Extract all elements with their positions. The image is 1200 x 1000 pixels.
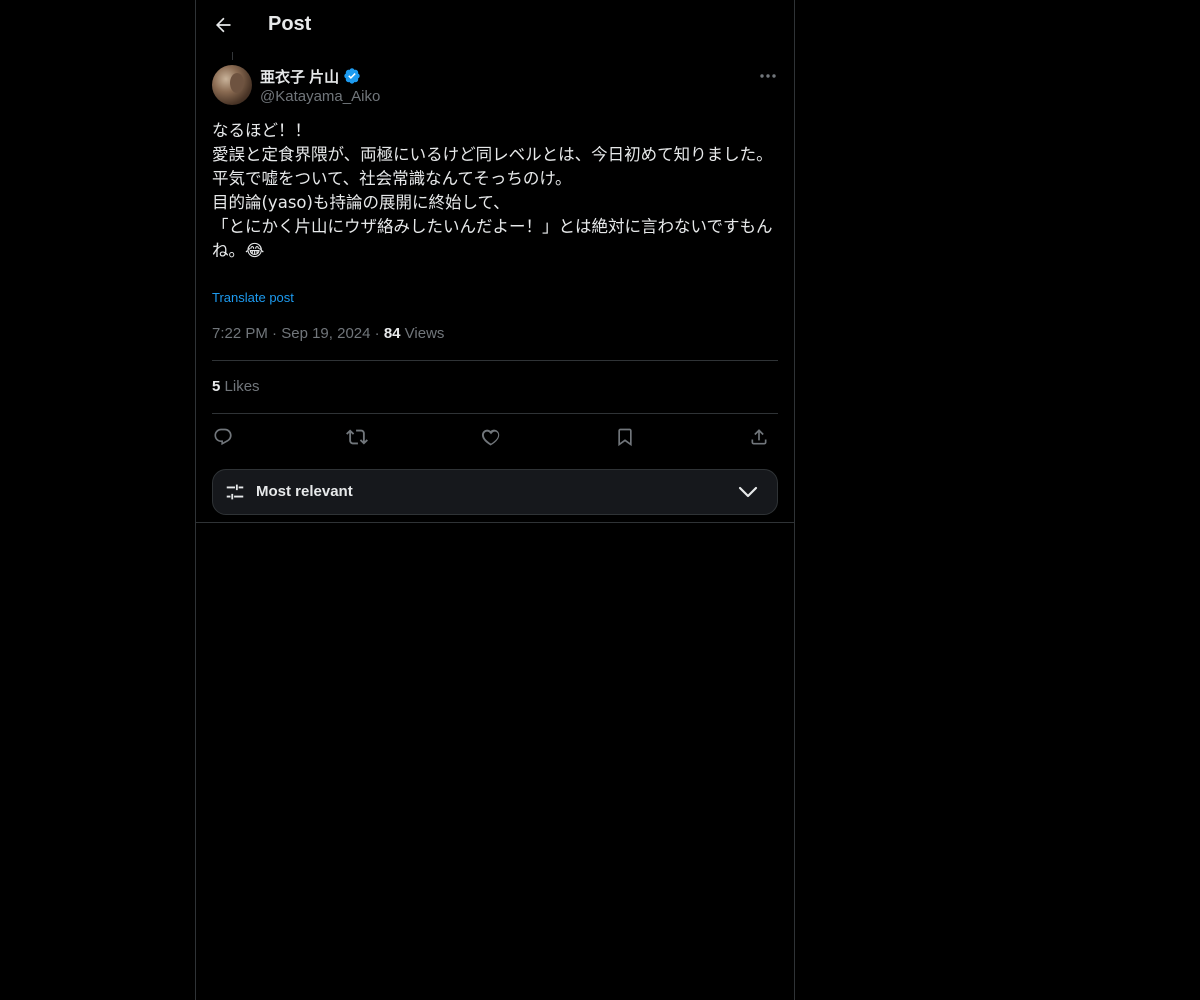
sort-label: Most relevant bbox=[256, 483, 353, 500]
heart-icon bbox=[481, 427, 501, 447]
divider bbox=[212, 360, 778, 361]
main-column: Post 亜衣子 片山 @Katayama_Aiko なるほど！！ 愛誤と定食界… bbox=[195, 0, 795, 1000]
share-icon bbox=[749, 427, 769, 447]
reply-icon bbox=[213, 427, 233, 447]
post-actions bbox=[212, 422, 778, 452]
reply-sort-dropdown[interactable]: Most relevant bbox=[212, 469, 778, 515]
likes-link[interactable]: 5 Likes bbox=[212, 378, 260, 395]
views-count: 84 bbox=[383, 325, 401, 342]
page-title: Post bbox=[268, 13, 312, 35]
likes-label: Likes bbox=[224, 378, 260, 395]
author-display-name[interactable]: 亜衣子 片山 bbox=[260, 66, 339, 87]
likes-count: 5 bbox=[212, 378, 221, 395]
post-author: 亜衣子 片山 @Katayama_Aiko bbox=[260, 66, 380, 105]
arrow-left-icon bbox=[213, 15, 233, 35]
views-label: Views bbox=[404, 325, 445, 342]
divider bbox=[212, 413, 778, 414]
post-text: なるほど！！ 愛誤と定食界隈が、両極にいるけど同レベルとは、今日初めて知りました… bbox=[212, 121, 773, 260]
meta-separator: · bbox=[374, 325, 380, 342]
post-date[interactable]: Sep 19, 2024 bbox=[281, 325, 370, 342]
author-handle[interactable]: @Katayama_Aiko bbox=[260, 88, 380, 105]
bookmark-icon bbox=[615, 427, 635, 447]
sliders-icon bbox=[224, 481, 246, 503]
meta-separator: · bbox=[272, 325, 278, 342]
more-options-button[interactable] bbox=[758, 66, 778, 86]
post-time[interactable]: 7:22 PM bbox=[212, 325, 268, 342]
back-button[interactable] bbox=[210, 12, 236, 38]
post-meta: 7:22 PM · Sep 19, 2024 · 84 Views bbox=[212, 325, 444, 342]
more-horizontal-icon bbox=[760, 74, 776, 78]
like-button[interactable] bbox=[476, 422, 506, 452]
avatar[interactable] bbox=[212, 65, 252, 105]
bookmark-button[interactable] bbox=[610, 422, 640, 452]
repost-icon bbox=[346, 426, 368, 448]
page-header: Post bbox=[196, 0, 794, 53]
thread-connector bbox=[232, 52, 233, 60]
share-button[interactable] bbox=[744, 422, 774, 452]
reply-button[interactable] bbox=[208, 422, 238, 452]
verified-badge-icon bbox=[343, 67, 361, 85]
chevron-down-icon bbox=[737, 484, 759, 500]
repost-button[interactable] bbox=[342, 422, 372, 452]
divider bbox=[196, 522, 794, 523]
translate-post-link[interactable]: Translate post bbox=[212, 290, 294, 305]
